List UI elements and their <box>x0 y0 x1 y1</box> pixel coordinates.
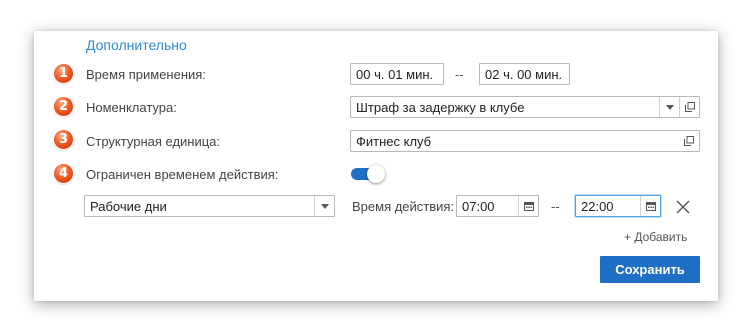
save-button[interactable]: Сохранить <box>600 256 700 283</box>
time-limited-toggle[interactable] <box>351 165 385 183</box>
chevron-down-icon[interactable] <box>314 196 334 216</box>
step-badge-2: 2 <box>54 97 73 116</box>
toggle-knob <box>367 165 385 183</box>
structural-unit-select[interactable]: Фитнес клуб <box>350 130 700 152</box>
time-limited-label: Ограничен временем действия: <box>86 167 279 182</box>
range-separator: -- <box>455 67 464 82</box>
chevron-down-icon[interactable] <box>659 97 679 117</box>
time-range-separator: -- <box>551 199 560 214</box>
step-badge-1: 1 <box>54 64 73 83</box>
open-window-icon[interactable] <box>679 97 699 117</box>
days-select[interactable]: Рабочие дни <box>84 195 335 217</box>
section-title: Дополнительно <box>86 37 187 53</box>
action-time-from-input[interactable]: 07:00 <box>456 195 539 217</box>
calendar-icon[interactable] <box>518 196 538 216</box>
step-badge-3: 3 <box>54 130 73 149</box>
apply-time-label: Время применения: <box>86 67 206 82</box>
action-time-to-input[interactable]: 22:00 <box>575 195 661 217</box>
nomenclature-label: Номенклатура: <box>86 100 177 115</box>
nomenclature-select[interactable]: Штраф за задержку в клубе <box>350 96 700 118</box>
step-badge-4: 4 <box>54 164 73 183</box>
apply-time-to-input[interactable]: 02 ч. 00 мин. <box>479 63 570 85</box>
add-schedule-link[interactable]: + Добавить <box>624 230 687 244</box>
open-window-icon[interactable] <box>679 131 699 151</box>
close-icon[interactable] <box>674 198 692 216</box>
action-time-label: Время действия: <box>352 199 455 214</box>
structural-unit-label: Структурная единица: <box>86 134 221 149</box>
apply-time-from-input[interactable]: 00 ч. 01 мин. <box>350 63 444 85</box>
additional-settings-panel: Дополнительно 1 Время применения: 00 ч. … <box>34 31 718 301</box>
calendar-icon[interactable] <box>640 196 660 216</box>
